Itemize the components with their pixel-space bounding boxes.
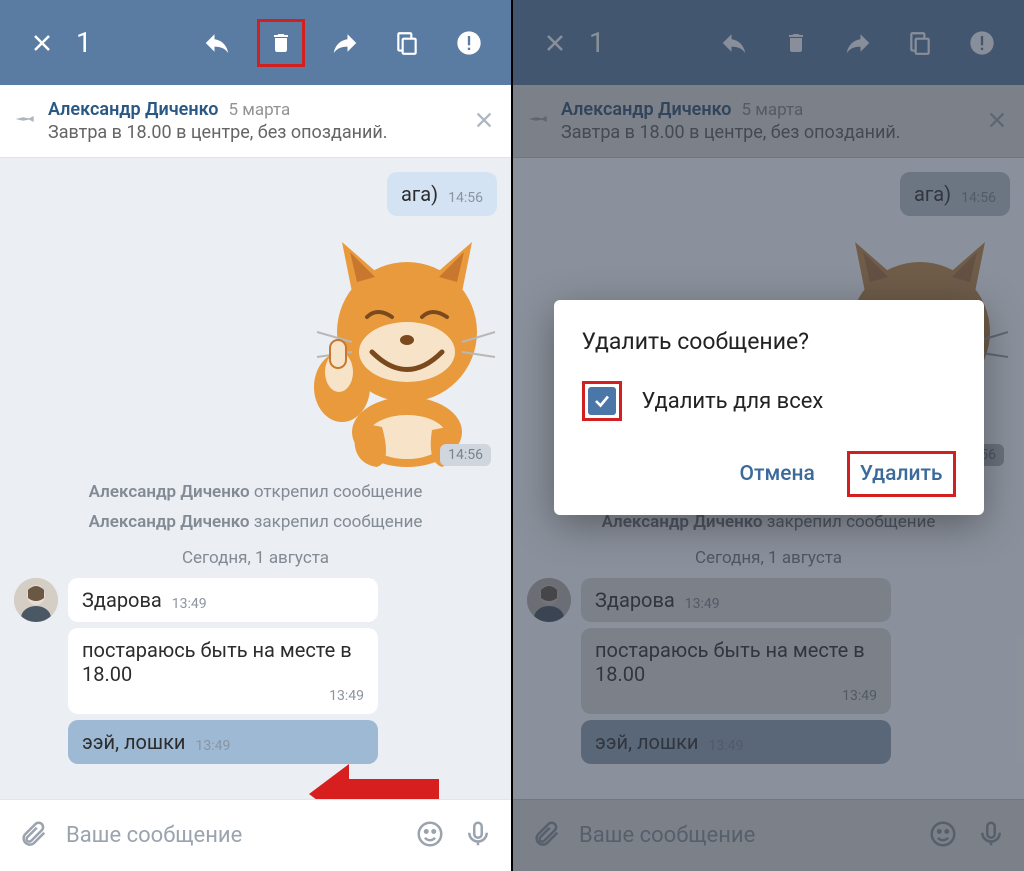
- selection-header: 1: [0, 0, 511, 85]
- sticker-time: 14:56: [440, 444, 491, 466]
- message-bubble: ага) 14:56: [387, 172, 497, 216]
- trash-icon[interactable]: [257, 19, 305, 67]
- system-message-unpin: Александр Диченко открепил сообщение: [14, 482, 497, 502]
- emoji-icon[interactable]: [415, 819, 445, 853]
- header-actions: [195, 19, 491, 67]
- incoming-group: Здарова 13:49 постараюсь быть на месте в…: [14, 578, 497, 764]
- pinned-author: Александр Диченко: [48, 99, 218, 120]
- dialog-actions: Отмена Удалить: [582, 451, 956, 497]
- system-message-pin: Александр Диченко закрепил сообщение: [14, 512, 497, 532]
- dialog-option-label: Удалить для всех: [642, 389, 824, 414]
- message-time: 13:49: [82, 688, 364, 704]
- pinned-text: Завтра в 18.00 в центре, без опозданий.: [48, 122, 461, 143]
- screen-right: 1 Александр Диченко 5 марта Завтра в 18.…: [513, 0, 1024, 871]
- avatar[interactable]: [14, 578, 58, 622]
- message-text: ага): [401, 182, 438, 206]
- delete-for-all-checkbox[interactable]: [588, 387, 616, 415]
- message-time: 14:56: [448, 190, 483, 206]
- close-icon[interactable]: [20, 21, 64, 65]
- message-bubble-selected[interactable]: ээй, лошки 13:49: [68, 720, 378, 764]
- attach-icon[interactable]: [18, 819, 48, 853]
- cancel-button[interactable]: Отмена: [730, 454, 825, 494]
- chat-body[interactable]: ага) 14:56: [0, 158, 511, 864]
- pin-icon: [16, 109, 36, 133]
- message-text: постараюсь быть на месте в 18.00: [82, 638, 364, 686]
- pinned-message[interactable]: Александр Диченко 5 марта Завтра в 18.00…: [0, 85, 511, 158]
- cat-sticker: [297, 222, 497, 472]
- message-bubble[interactable]: Здарова 13:49: [68, 578, 378, 622]
- mic-icon[interactable]: [463, 819, 493, 853]
- copy-icon[interactable]: [385, 21, 429, 65]
- delete-dialog: Удалить сообщение? Удалить для всех Отме…: [554, 300, 984, 515]
- reply-icon[interactable]: [195, 21, 239, 65]
- message-out[interactable]: ага) 14:56: [14, 172, 497, 216]
- message-time: 13:49: [195, 738, 230, 754]
- message-text: ээй, лошки: [82, 730, 185, 754]
- pinned-content: Александр Диченко 5 марта Завтра в 18.00…: [48, 99, 461, 143]
- confirm-delete-button[interactable]: Удалить: [847, 451, 956, 497]
- dialog-title: Удалить сообщение?: [582, 328, 956, 355]
- message-time: 13:49: [172, 596, 207, 612]
- message-text: Здарова: [82, 588, 162, 612]
- message-bubble[interactable]: постараюсь быть на месте в 18.00 13:49: [68, 628, 378, 714]
- pinned-date: 5 марта: [228, 100, 290, 120]
- forward-icon[interactable]: [323, 21, 367, 65]
- sticker-message[interactable]: 14:56: [14, 222, 497, 472]
- screen-left: 1 Александр Диченко 5 марта: [0, 0, 511, 871]
- checkbox-highlight: [582, 381, 622, 421]
- close-pinned-icon[interactable]: [473, 105, 495, 138]
- report-icon[interactable]: [447, 21, 491, 65]
- dialog-option-row[interactable]: Удалить для всех: [582, 381, 956, 421]
- message-input[interactable]: Ваше сообщение: [66, 823, 397, 848]
- date-separator: Сегодня, 1 августа: [14, 548, 497, 568]
- selection-count: 1: [76, 26, 92, 59]
- input-bar: Ваше сообщение: [0, 799, 511, 871]
